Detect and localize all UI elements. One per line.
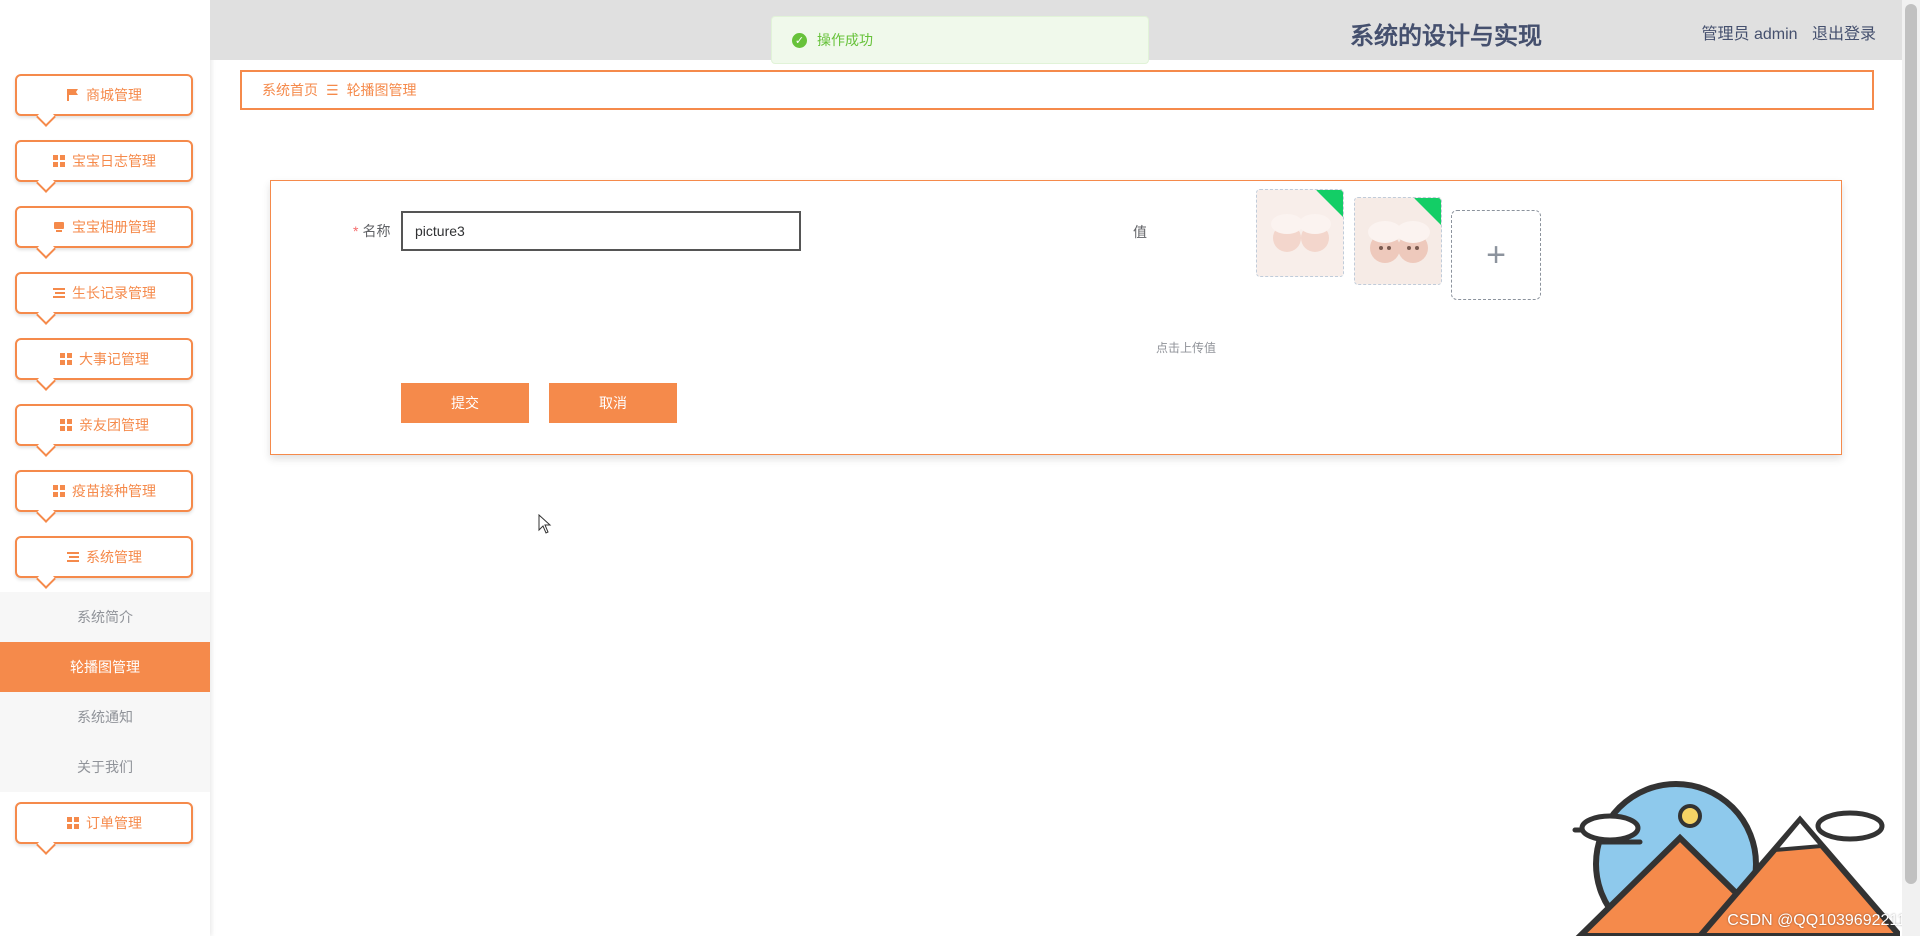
submenu-system-notice[interactable]: 系统通知 xyxy=(0,692,210,742)
list-icon xyxy=(67,552,79,562)
sidebar: 商城管理 宝宝日志管理 宝宝相册管理 生长记录管理 大事记管理 亲友团管理 疫苗… xyxy=(0,0,210,936)
menu-milestones[interactable]: 大事记管理 xyxy=(15,338,193,380)
mountain-illustration xyxy=(1572,781,1900,936)
menu-vaccination[interactable]: 疫苗接种管理 xyxy=(15,470,193,512)
system-submenu: 系统简介 轮播图管理 系统通知 关于我们 xyxy=(0,592,210,792)
menu-growth-record[interactable]: 生长记录管理 xyxy=(15,272,193,314)
user-area: 管理员 admin 退出登录 xyxy=(1692,20,1877,44)
submenu-carousel[interactable]: 轮播图管理 xyxy=(0,642,210,692)
logout-link[interactable]: 退出登录 xyxy=(1812,26,1876,43)
menu-label: 商城管理 xyxy=(86,87,142,103)
vertical-scrollbar[interactable] xyxy=(1902,0,1920,936)
menu-label: 宝宝相册管理 xyxy=(72,219,156,235)
watermark: CSDN @QQ1039692211 xyxy=(1727,912,1906,929)
grid-icon xyxy=(67,817,79,829)
carousel-form: * 名称 picture3 值 + 点击上传值 提交 取消 xyxy=(270,180,1842,455)
grid-icon xyxy=(53,155,65,167)
toast-message: 操作成功 xyxy=(817,32,873,48)
menu-label: 系统管理 xyxy=(86,549,142,565)
upload-add-button[interactable]: + xyxy=(1451,210,1541,300)
menu-orders[interactable]: 订单管理 xyxy=(15,802,193,844)
breadcrumb-current: 轮播图管理 xyxy=(346,82,417,98)
check-circle-icon: ✓ xyxy=(792,32,807,48)
name-input[interactable]: picture3 xyxy=(401,211,801,251)
cancel-button[interactable]: 取消 xyxy=(549,383,677,423)
menu-family-group[interactable]: 亲友团管理 xyxy=(15,404,193,446)
menu-label: 疫苗接种管理 xyxy=(72,483,156,499)
menu-label: 宝宝日志管理 xyxy=(72,153,156,169)
menu-label: 订单管理 xyxy=(86,815,142,831)
mouse-cursor-icon xyxy=(538,514,552,534)
flag-icon xyxy=(67,89,78,101)
breadcrumb: 系统首页 ☰ 轮播图管理 xyxy=(240,70,1874,110)
uploaded-image-1[interactable] xyxy=(1256,189,1344,277)
user-label: 管理员 admin xyxy=(1701,26,1798,43)
menu-system[interactable]: 系统管理 xyxy=(15,536,193,578)
menu-baby-log[interactable]: 宝宝日志管理 xyxy=(15,140,193,182)
upload-hint: 点击上传值 xyxy=(1156,341,1217,355)
plus-icon: + xyxy=(1486,235,1506,274)
menu-label: 亲友团管理 xyxy=(79,417,149,433)
grid-icon xyxy=(60,419,72,431)
uploaded-image-2[interactable] xyxy=(1354,197,1442,285)
grid-icon xyxy=(60,353,72,365)
menu-label: 大事记管理 xyxy=(79,351,149,367)
success-toast: ✓ 操作成功 xyxy=(771,16,1149,64)
submit-button[interactable]: 提交 xyxy=(401,383,529,423)
list-icon xyxy=(53,288,65,298)
value-label: 值 xyxy=(1133,224,1147,240)
name-input-value: picture3 xyxy=(415,223,465,239)
submenu-about-us[interactable]: 关于我们 xyxy=(0,742,210,792)
grid-icon xyxy=(53,485,65,497)
name-label: * 名称 xyxy=(353,223,391,239)
menu-mall[interactable]: 商城管理 xyxy=(15,74,193,116)
box-icon xyxy=(54,222,64,232)
scrollbar-thumb[interactable] xyxy=(1905,4,1917,884)
breadcrumb-separator-icon: ☰ xyxy=(326,81,339,98)
menu-baby-album[interactable]: 宝宝相册管理 xyxy=(15,206,193,248)
required-mark: * xyxy=(353,223,359,239)
page-title: 系统的设计与实现 xyxy=(1350,23,1542,50)
submenu-system-intro[interactable]: 系统简介 xyxy=(0,592,210,642)
breadcrumb-home[interactable]: 系统首页 xyxy=(262,80,318,100)
menu-label: 生长记录管理 xyxy=(72,285,156,301)
